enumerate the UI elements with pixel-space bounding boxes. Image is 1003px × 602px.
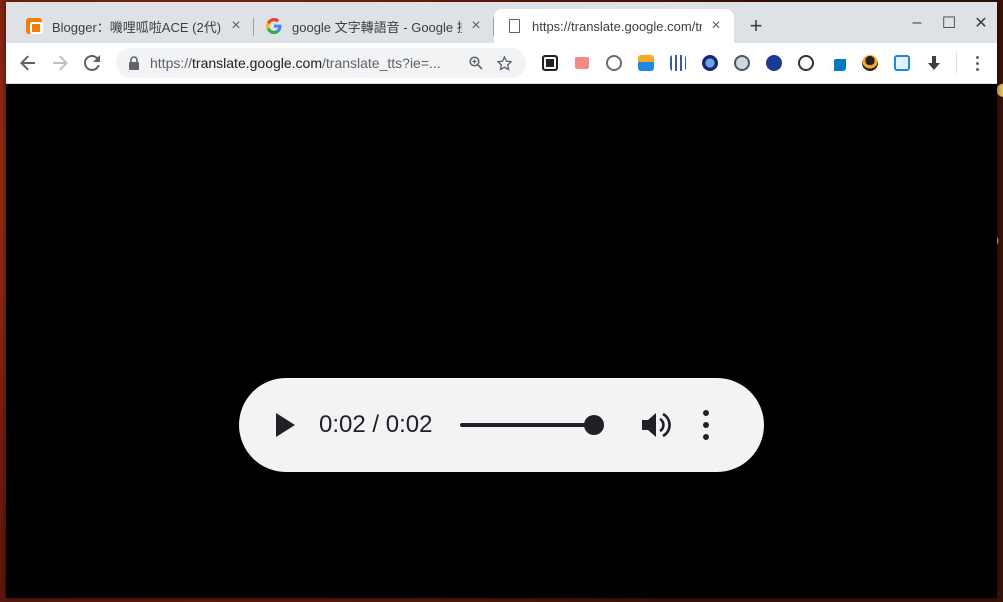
volume-icon	[642, 412, 672, 438]
blogger-icon	[26, 18, 43, 34]
time-separator: /	[365, 411, 386, 438]
maximize-button[interactable]: ☐	[933, 2, 965, 43]
audio-player: 0:02 / 0:02	[239, 378, 764, 472]
extension-icon[interactable]	[598, 49, 630, 77]
tab-title: google 文字轉語音 - Google 搜	[292, 19, 462, 35]
google-icon	[266, 18, 282, 34]
extension-icon[interactable]	[662, 49, 694, 77]
lock-icon	[128, 56, 140, 70]
browser-window: Blogger：嘰哩呱啦ACE (2代) - × google 文字轉語音 - …	[6, 2, 997, 598]
extension-icon[interactable]	[566, 49, 598, 77]
arrow-left-icon	[20, 55, 35, 71]
close-icon[interactable]: ×	[708, 18, 724, 34]
extensions-bar	[534, 49, 963, 77]
url-path: /translate_tts?ie=...	[322, 55, 441, 71]
url-scheme: https://	[150, 55, 193, 71]
reload-button[interactable]	[76, 47, 108, 79]
seek-slider[interactable]	[460, 415, 605, 435]
tab-strip: Blogger：嘰哩呱啦ACE (2代) - × google 文字轉語音 - …	[6, 2, 997, 43]
url-text: https://translate.google.com/translate_t…	[150, 55, 462, 71]
tab-translate-tts[interactable]: https://translate.google.com/tr ×	[494, 9, 734, 43]
seek-thumb[interactable]	[584, 415, 605, 435]
tab-title: Blogger：嘰哩呱啦ACE (2代) -	[52, 19, 222, 35]
extension-icon[interactable]	[534, 49, 566, 77]
tab-google-search[interactable]: google 文字轉語音 - Google 搜 ×	[254, 9, 494, 43]
play-icon	[276, 413, 295, 437]
close-icon[interactable]: ×	[468, 18, 484, 34]
arrow-right-icon	[53, 55, 68, 71]
back-button[interactable]	[12, 47, 44, 79]
reload-icon	[84, 55, 100, 71]
extension-icon[interactable]	[726, 49, 758, 77]
extension-icon[interactable]	[790, 49, 822, 77]
extension-icon[interactable]	[822, 49, 854, 77]
address-bar[interactable]: https://translate.google.com/translate_t…	[116, 48, 526, 78]
download-icon[interactable]	[918, 49, 950, 77]
browser-menu-button[interactable]	[963, 49, 991, 77]
window-controls: – ☐ ✕	[901, 2, 997, 43]
toolbar-divider	[956, 53, 957, 73]
play-button[interactable]	[273, 413, 297, 437]
tab-title: https://translate.google.com/tr	[532, 18, 702, 34]
close-icon[interactable]: ×	[228, 18, 244, 34]
forward-button[interactable]	[44, 47, 76, 79]
close-window-button[interactable]: ✕	[965, 2, 997, 43]
zoom-icon[interactable]	[462, 56, 490, 70]
new-tab-button[interactable]: +	[742, 12, 770, 40]
volume-button[interactable]	[640, 408, 674, 442]
extension-icon[interactable]	[758, 49, 790, 77]
bookmark-star-icon[interactable]	[490, 55, 518, 71]
document-icon	[506, 18, 522, 34]
current-time: 0:02	[319, 411, 366, 438]
more-options-button[interactable]	[696, 408, 716, 442]
extension-icon[interactable]	[630, 49, 662, 77]
extension-icon[interactable]	[694, 49, 726, 77]
browser-toolbar: https://translate.google.com/translate_t…	[6, 43, 997, 84]
duration: 0:02	[385, 411, 433, 438]
extension-icon[interactable]	[886, 49, 918, 77]
url-host: translate.google.com	[192, 55, 322, 71]
minimize-button[interactable]: –	[901, 2, 933, 43]
media-viewport: 0:02 / 0:02	[6, 84, 997, 598]
tab-blogger[interactable]: Blogger：嘰哩呱啦ACE (2代) - ×	[14, 9, 254, 43]
extension-icon[interactable]	[854, 49, 886, 77]
time-display: 0:02 / 0:02	[319, 411, 432, 439]
